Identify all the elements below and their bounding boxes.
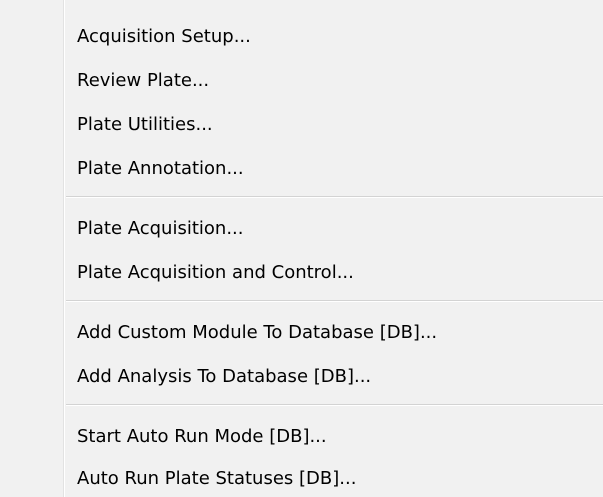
- menu-item-add-custom-module[interactable]: Add Custom Module To Database [DB]...: [66, 314, 603, 350]
- menu-separator: [66, 300, 603, 302]
- menu-item-start-auto-run-mode[interactable]: Start Auto Run Mode [DB]...: [66, 418, 603, 454]
- menu-gutter-divider: [64, 0, 65, 497]
- context-menu: Acquisition Setup... Review Plate... Pla…: [0, 0, 603, 497]
- menu-item-plate-acquisition-control[interactable]: Plate Acquisition and Control...: [66, 254, 603, 290]
- menu-item-review-plate[interactable]: Review Plate...: [66, 62, 603, 98]
- menu-item-auto-run-plate-statuses[interactable]: Auto Run Plate Statuses [DB]...: [66, 460, 603, 496]
- menu-item-plate-acquisition[interactable]: Plate Acquisition...: [66, 210, 603, 246]
- menu-separator: [66, 196, 603, 198]
- menu-item-label: Plate Annotation...: [77, 157, 244, 179]
- menu-item-plate-annotation[interactable]: Plate Annotation...: [66, 150, 603, 186]
- menu-separator: [66, 404, 603, 406]
- menu-item-label: Add Analysis To Database [DB]...: [77, 365, 372, 387]
- menu-item-plate-utilities[interactable]: Plate Utilities...: [66, 106, 603, 142]
- menu-item-label: Start Auto Run Mode [DB]...: [77, 425, 327, 447]
- menu-item-label: Auto Run Plate Statuses [DB]...: [77, 467, 357, 489]
- menu-item-label: Acquisition Setup...: [77, 25, 251, 47]
- menu-item-label: Review Plate...: [77, 69, 210, 91]
- menu-item-label: Plate Utilities...: [77, 113, 213, 135]
- menu-item-add-analysis[interactable]: Add Analysis To Database [DB]...: [66, 358, 603, 394]
- menu-icon-gutter: [0, 0, 64, 497]
- menu-item-acquisition-setup[interactable]: Acquisition Setup...: [66, 18, 603, 54]
- menu-item-label: Plate Acquisition and Control...: [77, 261, 354, 283]
- menu-item-label: Add Custom Module To Database [DB]...: [77, 321, 438, 343]
- menu-item-label: Plate Acquisition...: [77, 217, 244, 239]
